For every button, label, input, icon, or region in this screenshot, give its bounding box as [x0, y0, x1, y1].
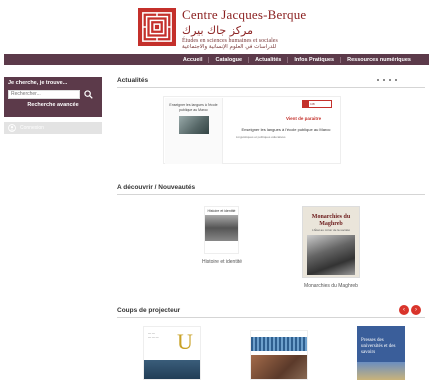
cjb-mini-logo-icon: CJB [302, 100, 332, 108]
search-icon[interactable] [83, 89, 93, 99]
advanced-search-link[interactable]: Recherche avancée [8, 102, 98, 108]
carousel-arrows: ‹ › [399, 305, 421, 315]
book-cover-histoire[interactable]: Histoire et identité [204, 206, 239, 254]
news-meta: Linguistiques et politiques éducatives [236, 135, 286, 140]
projecteur-cover-3[interactable]: Presses des universités et des savoirs [357, 326, 405, 380]
chevron-left-icon[interactable]: ‹ [399, 305, 409, 315]
cover-photo [251, 355, 307, 379]
chevron-right-icon[interactable]: › [411, 305, 421, 315]
decouvrir-divider [117, 194, 425, 195]
search-panel: Je cherche, je trouve... Recherche avanc… [4, 77, 102, 117]
nav-actualites[interactable]: Actualités [248, 56, 287, 63]
login-label: Connexion [20, 125, 44, 131]
news-details: CJB Vient de paraitre Enseigner les lang… [236, 100, 336, 139]
news-tag: Vient de paraitre [286, 116, 322, 121]
search-row [8, 89, 98, 99]
book-cover-subtitle: L'État au miroir de la société [312, 228, 350, 233]
search-label: Je cherche, je trouve... [8, 80, 68, 86]
projecteur-divider [117, 317, 425, 318]
logo-text-block: Centre Jacques-Berque مركز جاك بيرك Étud… [182, 7, 306, 50]
carousel-dot[interactable] [389, 79, 391, 81]
carousel-dot[interactable] [395, 79, 397, 81]
carousel-dot[interactable] [383, 79, 385, 81]
site-subtitle-arabic: للدراسات في العلوم الإنسانية والاجتماعية [182, 44, 277, 50]
site-header: Centre Jacques-Berque مركز جاك بيرك Étud… [0, 0, 429, 52]
cover-big-letter: U [177, 329, 193, 354]
cover-band [251, 337, 307, 351]
nav-catalogue[interactable]: Catalogue [208, 56, 248, 63]
book-cover-photo [205, 215, 238, 241]
book-cover-title: Histoire et identité [207, 209, 236, 213]
book-cover-title: Monarchies du Maghreb [311, 214, 351, 227]
book-cover-photo [307, 235, 355, 276]
projecteur-cover-2[interactable] [250, 330, 308, 380]
main-nav: Accueil Catalogue Actualités Infos Prati… [4, 54, 429, 65]
book-caption[interactable]: Monarchies du Maghreb [292, 283, 370, 289]
cover-photo [357, 362, 405, 380]
search-input[interactable] [8, 89, 80, 99]
login-button[interactable]: Connexion [4, 122, 102, 134]
cover-title: Presses des universités et des savoirs [361, 338, 396, 355]
news-cover-image: Enseigner les langues à l'école publique… [165, 98, 223, 164]
news-cover-photo [178, 116, 209, 135]
nav-ressources-numeriques[interactable]: Ressources numériques [340, 56, 417, 63]
carousel-dots [377, 79, 397, 81]
nav-infos-pratiques[interactable]: Infos Pratiques [287, 56, 340, 63]
logo-maze-icon [140, 10, 174, 44]
news-headline: Enseigner les langues à l'école publique… [241, 127, 331, 132]
cover-text: — — — — — [148, 331, 159, 339]
nav-accueil[interactable]: Accueil [177, 57, 209, 63]
projecteur-cover-1[interactable]: — — — — — U [143, 326, 201, 380]
actualites-title: Actualités [117, 77, 149, 84]
user-icon [8, 119, 16, 137]
cjb-logo-icon[interactable] [138, 8, 176, 46]
projecteur-title: Coups de projecteur [117, 307, 181, 314]
site-title: Centre Jacques-Berque [182, 7, 307, 22]
decouvrir-title: A découvrir / Nouveautés [117, 184, 196, 191]
actualites-divider [117, 87, 425, 88]
cover-photo [144, 360, 200, 379]
news-cover-title: Enseigner les langues à l'école publique… [169, 103, 218, 112]
news-card[interactable]: Enseigner les langues à l'école publique… [163, 96, 341, 164]
carousel-dot[interactable] [377, 79, 379, 81]
site-title-arabic: مركز جاك بيرك [182, 24, 253, 37]
book-cover-monarchies[interactable]: Monarchies du Maghreb L'État au miroir d… [302, 206, 360, 278]
book-caption[interactable]: Histoire et identité [196, 259, 248, 265]
